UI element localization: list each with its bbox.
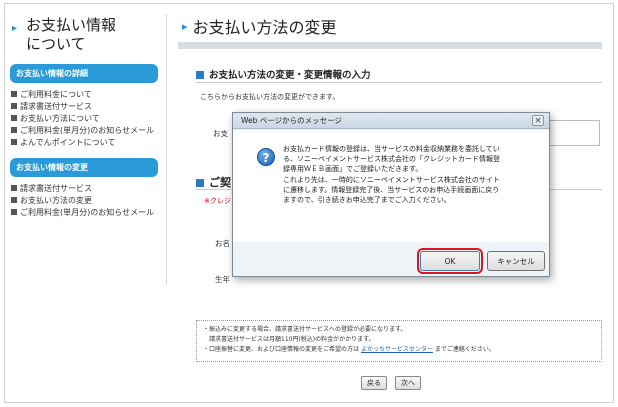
bullet-square-icon bbox=[11, 127, 17, 133]
sidebar-item-label: よんでんポイントについて bbox=[20, 138, 116, 147]
title-underline-bar bbox=[178, 42, 602, 49]
section-square-icon bbox=[196, 71, 204, 79]
message-line: る、ソニーペイメントサービス株式会社の「クレジットカード情報登 bbox=[283, 155, 500, 164]
ok-button[interactable]: OK bbox=[417, 248, 483, 274]
note-line: ・口座振替に変更、および口座情報の変更をご希望の方は よかっちサービスセンター … bbox=[203, 345, 595, 355]
bullet-square-icon bbox=[11, 139, 17, 145]
back-button[interactable]: 戻る bbox=[361, 376, 387, 390]
sidebar-item-label: 請求書送付サービス bbox=[20, 184, 92, 193]
section-heading-input: お支払い方法の変更・変更情報の入力 bbox=[196, 67, 371, 81]
cancel-button[interactable]: キャンセル bbox=[487, 251, 545, 271]
arrow-right-icon: ▸ bbox=[12, 23, 18, 34]
sidebar-item-invoice-service[interactable]: 請求書送付サービス bbox=[10, 101, 158, 112]
message-line: これより先は、一時的にソニーペイメントサービス株式会社のサイト bbox=[283, 175, 500, 184]
section-heading-text: お支払い方法の変更・変更情報の入力 bbox=[209, 70, 371, 81]
sidebar-item-points[interactable]: よんでんポイントについて bbox=[10, 137, 158, 148]
section-square-icon bbox=[196, 179, 204, 187]
sidebar-list-change: 請求書送付サービス お支払い方法の変更 ご利用料金(単月分)のお知らせメール bbox=[10, 183, 158, 218]
bullet-square-icon bbox=[11, 91, 17, 97]
description-text: こちらからお支払い方法の変更ができます。 bbox=[200, 93, 340, 101]
required-note: ※クレジ bbox=[204, 197, 231, 205]
section-divider bbox=[196, 82, 602, 83]
sidebar-item-monthly-mail[interactable]: ご利用料金(単月分)のお知らせメール bbox=[10, 125, 158, 136]
bullet-square-icon bbox=[11, 197, 17, 203]
page-title-text: お支払い方法の変更 bbox=[192, 18, 337, 37]
sidebar-item-label: お支払い方法について bbox=[20, 114, 100, 123]
service-center-link[interactable]: よかっちサービスセンター bbox=[361, 346, 433, 353]
arrow-right-icon: ▸ bbox=[182, 20, 188, 33]
bullet-square-icon bbox=[11, 209, 17, 215]
sidebar-list-details: ご利用料金について 請求書送付サービス お支払い方法について ご利用料金(単月分… bbox=[10, 89, 158, 148]
note-line: ・振込みに変更する場合、請求書送付サービスへの登録が必要になります。 bbox=[203, 326, 407, 333]
message-dialog: Web ページからのメッセージ × ? お支払カード情報の登録は、当サービスの料… bbox=[232, 112, 550, 277]
sidebar-title-line2: について bbox=[26, 35, 86, 53]
close-icon[interactable]: × bbox=[532, 115, 544, 126]
note-line: 請求書送付サービスは月額110円(税込)の料金がかかります。 bbox=[209, 336, 375, 343]
bullet-square-icon bbox=[11, 185, 17, 191]
message-line: に遷移します。情報登録完了後、当サービスのお申込手続画面に戻り bbox=[283, 185, 500, 194]
bullet-square-icon bbox=[11, 115, 17, 121]
sidebar-item-label: 請求書送付サービス bbox=[20, 102, 92, 111]
birthdate-label: 生年 bbox=[215, 275, 230, 284]
dialog-body: ? お支払カード情報の登録は、当サービスの料金収納業務を委託してい る、ソニーペ… bbox=[233, 130, 549, 242]
notes-box: ・振込みに変更する場合、請求書送付サービスへの登録が必要になります。 請求書送付… bbox=[196, 320, 602, 362]
message-line: お支払カード情報の登録は、当サービスの料金収納業務を委託してい bbox=[283, 145, 500, 153]
section-heading-contract: ご契 bbox=[196, 174, 231, 190]
sidebar-divider bbox=[166, 14, 167, 284]
note-text: までご連絡ください。 bbox=[434, 346, 495, 353]
sidebar-title: ▸ お支払い情報 について bbox=[10, 16, 158, 54]
page-title: ▸ お支払い方法の変更 bbox=[182, 14, 337, 38]
note-text: ・口座振替に変更、および口座情報の変更をご希望の方は bbox=[203, 346, 360, 353]
bullet-square-icon bbox=[11, 103, 17, 109]
sidebar-item-payment-method[interactable]: お支払い方法について bbox=[10, 113, 158, 124]
message-line: ますので、引き続きお申込完了までご入力ください。 bbox=[283, 196, 451, 205]
sidebar-item-label: ご利用料金(単月分)のお知らせメール bbox=[20, 126, 155, 135]
name-label: お名 bbox=[215, 239, 230, 248]
dialog-message: お支払カード情報の登録は、当サービスの料金収納業務を委託してい る、ソニーペイメ… bbox=[283, 144, 545, 205]
dialog-title: Web ページからのメッセージ bbox=[241, 116, 342, 125]
sidebar-item-monthly-mail-change[interactable]: ご利用料金(単月分)のお知らせメール bbox=[10, 207, 158, 218]
sidebar-item-label: ご利用料金について bbox=[20, 90, 92, 99]
sidebar-item-usage-fee[interactable]: ご利用料金について bbox=[10, 89, 158, 100]
sidebar-title-line1: お支払い情報 bbox=[26, 16, 117, 34]
sidebar: ▸ お支払い情報 について お支払い情報の詳細 ご利用料金について 請求書送付サ… bbox=[10, 16, 158, 228]
sidebar-item-label: ご利用料金(単月分)のお知らせメール bbox=[20, 208, 155, 217]
question-icon: ? bbox=[257, 148, 275, 166]
dialog-titlebar: Web ページからのメッセージ × bbox=[233, 113, 549, 129]
payment-method-label: お支 bbox=[213, 129, 228, 138]
sidebar-header-details: お支払い情報の詳細 bbox=[10, 64, 158, 83]
sidebar-header-change: お支払い情報の変更 bbox=[10, 158, 158, 177]
message-line: 録専用ＷＥＢ画面」でご登録いただきます。 bbox=[283, 165, 423, 174]
sidebar-item-payment-method-change[interactable]: お支払い方法の変更 bbox=[10, 195, 158, 206]
next-button[interactable]: 次へ bbox=[395, 376, 421, 390]
section-heading-text: ご契 bbox=[209, 176, 231, 189]
sidebar-item-label: お支払い方法の変更 bbox=[20, 196, 92, 205]
sidebar-item-invoice-service-change[interactable]: 請求書送付サービス bbox=[10, 183, 158, 194]
